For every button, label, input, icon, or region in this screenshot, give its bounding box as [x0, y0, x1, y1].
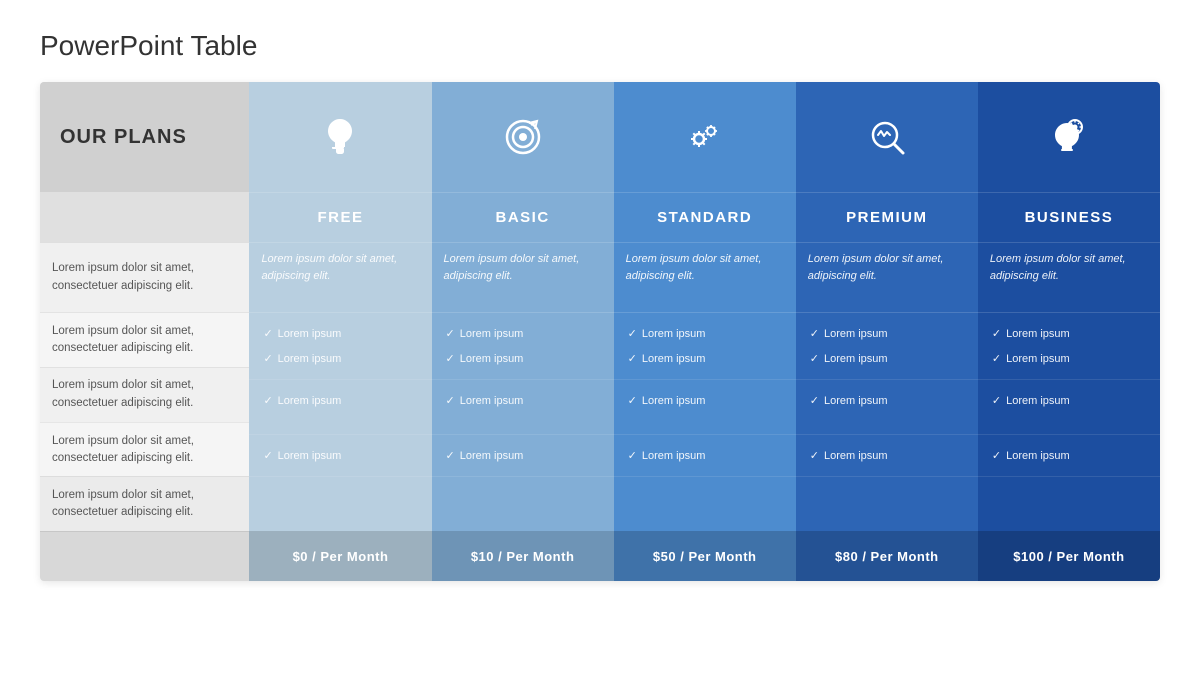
plan-name-label-spacer — [40, 192, 249, 242]
business-icon-header — [978, 82, 1160, 192]
premium-icon-header — [796, 82, 978, 192]
business-mid-spacer: ✓ Lorem ipsum — [978, 379, 1160, 434]
plans-header-text: OUR PLANS — [60, 126, 187, 149]
last-label: Lorem ipsum dolor sit amet, consectetuer… — [40, 476, 249, 531]
standard-last-spacer — [614, 476, 796, 531]
business-plan-name: BUSINESS — [978, 192, 1160, 242]
premium-features-bottom: ✓ Lorem ipsum — [796, 434, 978, 476]
premium-plan-name: PREMIUM — [796, 192, 978, 242]
business-last-spacer — [978, 476, 1160, 531]
premium-mid-spacer: ✓ Lorem ipsum — [796, 379, 978, 434]
col-free: FREE Lorem ipsum dolor sit amet, adipisc… — [249, 82, 431, 581]
basic-plan-name: BASIC — [432, 192, 614, 242]
price-footer-label — [40, 531, 249, 581]
pricing-table: OUR PLANS Lorem ipsum dolor sit amet, co… — [40, 82, 1160, 581]
labels-column: OUR PLANS Lorem ipsum dolor sit amet, co… — [40, 82, 249, 581]
basic-icon-header — [432, 82, 614, 192]
free-desc: Lorem ipsum dolor sit amet, adipiscing e… — [249, 242, 431, 312]
page-title: PowerPoint Table — [40, 30, 1160, 62]
free-icon-header — [249, 82, 431, 192]
basic-mid-spacer: ✓ Lorem ipsum — [432, 379, 614, 434]
basic-last-spacer — [432, 476, 614, 531]
col-premium: PREMIUM Lorem ipsum dolor sit amet, adip… — [796, 82, 978, 581]
standard-price: $50 / Per Month — [614, 531, 796, 581]
col-basic: BASIC Lorem ipsum dolor sit amet, adipis… — [432, 82, 614, 581]
standard-plan-name: STANDARD — [614, 192, 796, 242]
premium-last-spacer — [796, 476, 978, 531]
business-features-bottom: ✓ Lorem ipsum — [978, 434, 1160, 476]
free-features-bottom: ✓ Lorem ipsum — [249, 434, 431, 476]
standard-desc: Lorem ipsum dolor sit amet, adipiscing e… — [614, 242, 796, 312]
basic-features-top: ✓ Lorem ipsum ✓ Lorem ipsum — [432, 312, 614, 379]
standard-icon-header — [614, 82, 796, 192]
free-last-spacer — [249, 476, 431, 531]
plans-header: OUR PLANS — [40, 82, 249, 192]
standard-features-top: ✓ Lorem ipsum ✓ Lorem ipsum — [614, 312, 796, 379]
mid-label-group: Lorem ipsum dolor sit amet, consectetuer… — [40, 367, 249, 422]
business-features-top: ✓ Lorem ipsum ✓ Lorem ipsum — [978, 312, 1160, 379]
label-row-1: Lorem ipsum dolor sit amet, consectetuer… — [40, 242, 249, 312]
premium-price: $80 / Per Month — [796, 531, 978, 581]
col-business: BUSINESS Lorem ipsum dolor sit amet, adi… — [978, 82, 1160, 581]
premium-desc: Lorem ipsum dolor sit amet, adipiscing e… — [796, 242, 978, 312]
standard-features-bottom: ✓ Lorem ipsum — [614, 434, 796, 476]
premium-features-top: ✓ Lorem ipsum ✓ Lorem ipsum — [796, 312, 978, 379]
free-plan-name: FREE — [249, 192, 431, 242]
business-desc: Lorem ipsum dolor sit amet, adipiscing e… — [978, 242, 1160, 312]
standard-mid-spacer: ✓ Lorem ipsum — [614, 379, 796, 434]
free-features-top: ✓ Lorem ipsum ✓ Lorem ipsum — [249, 312, 431, 379]
business-price: $100 / Per Month — [978, 531, 1160, 581]
free-mid-spacer: ✓ Lorem ipsum — [249, 379, 431, 434]
free-price: $0 / Per Month — [249, 531, 431, 581]
basic-desc: Lorem ipsum dolor sit amet, adipiscing e… — [432, 242, 614, 312]
col-standard: STANDARD Lorem ipsum dolor sit amet, adi… — [614, 82, 796, 581]
features-bottom-label: Lorem ipsum dolor sit amet, consectetuer… — [40, 422, 249, 477]
basic-price: $10 / Per Month — [432, 531, 614, 581]
basic-features-bottom: ✓ Lorem ipsum — [432, 434, 614, 476]
features-top-label: Lorem ipsum dolor sit amet, consectetuer… — [40, 312, 249, 367]
